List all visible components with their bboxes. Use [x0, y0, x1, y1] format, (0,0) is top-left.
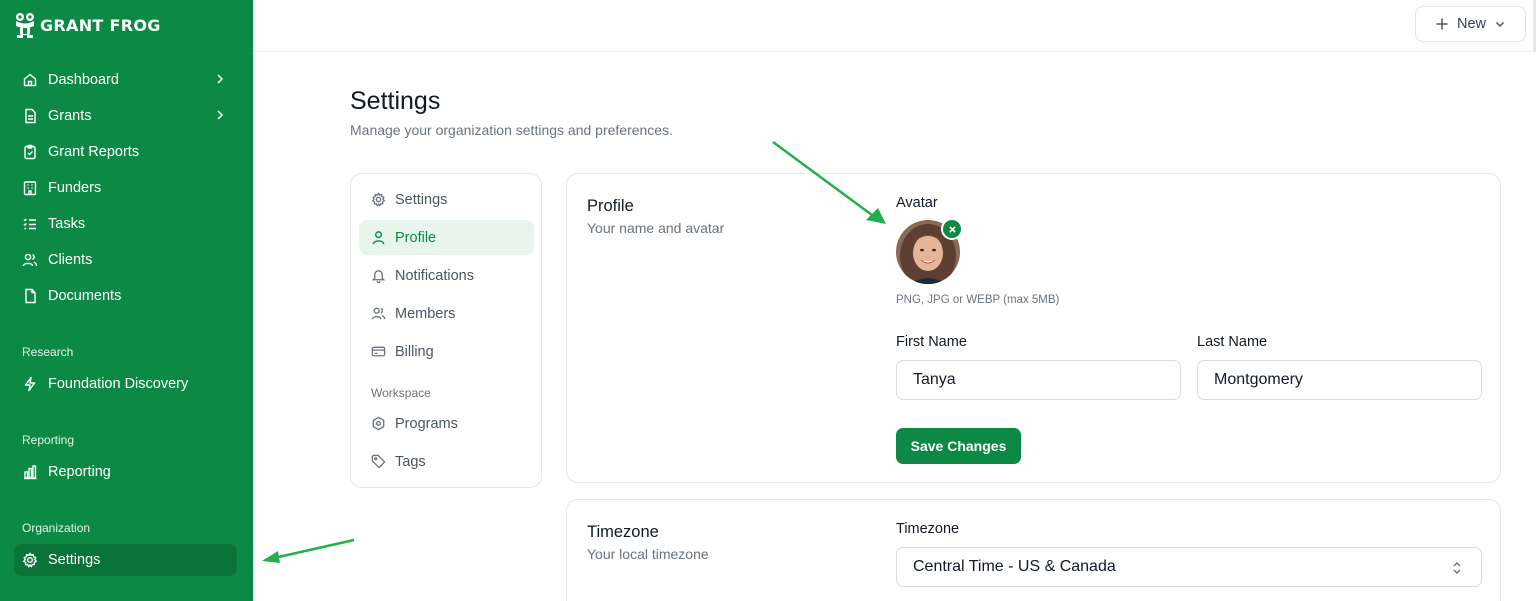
lightning-icon: [22, 376, 38, 392]
settings-nav-label: Tags: [395, 453, 426, 470]
sidebar-item-dashboard[interactable]: Dashboard: [14, 64, 237, 96]
sidebar-item-label: Settings: [48, 552, 101, 568]
section-organization-title: Organization: [22, 521, 91, 535]
settings-nav-label: Members: [395, 305, 456, 322]
annotation-arrow-settings: [262, 538, 355, 563]
sidebar-item-label: Reporting: [48, 464, 111, 480]
first-name-field[interactable]: [896, 360, 1181, 400]
list-checks-icon: [22, 216, 38, 232]
chevron-up-down-icon: [1453, 562, 1461, 574]
settings-nav-item-settings[interactable]: Settings: [359, 182, 534, 217]
settings-nav-label: Programs: [395, 415, 458, 432]
section-reporting-title: Reporting: [22, 433, 75, 447]
hexagon-icon: [371, 416, 386, 431]
settings-nav: Settings Profile Notifications Members B…: [350, 173, 542, 488]
home-icon: [22, 72, 38, 88]
sidebar-item-reporting[interactable]: Reporting: [14, 456, 237, 488]
sidebar-item-label: Funders: [48, 180, 102, 196]
document-icon: [22, 288, 38, 304]
settings-nav-item-profile[interactable]: Profile: [359, 220, 534, 255]
save-changes-button[interactable]: Save Changes: [896, 428, 1021, 464]
sidebar-item-documents[interactable]: Documents: [14, 280, 237, 312]
sidebar-item-clients[interactable]: Clients: [14, 244, 237, 276]
sidebar: GRANT FROG Dashboard Grants Grant Report…: [0, 0, 253, 601]
credit-card-icon: [371, 344, 386, 359]
profile-card-subtitle: Your name and avatar: [587, 220, 725, 236]
settings-nav-label: Notifications: [395, 267, 474, 284]
new-button-label: New: [1456, 16, 1486, 32]
sidebar-item-label: Foundation Discovery: [48, 376, 189, 392]
brand-name: GRANT FROG: [40, 15, 161, 35]
plus-icon: [1436, 18, 1448, 30]
user-icon: [371, 230, 386, 245]
topbar: [253, 0, 1536, 52]
sidebar-item-foundation-discovery[interactable]: Foundation Discovery: [14, 368, 237, 400]
section-research-title: Research: [22, 345, 74, 359]
profile-card-title: Profile: [587, 197, 634, 215]
brand-logo[interactable]: GRANT FROG: [14, 12, 161, 38]
sidebar-item-tasks[interactable]: Tasks: [14, 208, 237, 240]
timezone-card: Timezone Your local timezone Timezone Ce…: [566, 499, 1501, 601]
sidebar-item-label: Documents: [48, 288, 122, 304]
bar-chart-icon: [22, 464, 38, 480]
clipboard-icon: [22, 144, 38, 160]
sidebar-item-label: Clients: [48, 252, 93, 268]
sidebar-item-label: Tasks: [48, 216, 86, 232]
settings-nav-item-tags[interactable]: Tags: [359, 444, 534, 479]
sidebar-item-label: Dashboard: [48, 72, 119, 88]
settings-nav-item-members[interactable]: Members: [359, 296, 534, 331]
file-icon: [22, 108, 38, 124]
first-name-label: First Name: [896, 334, 967, 350]
last-name-label: Last Name: [1197, 334, 1268, 350]
close-icon: [948, 225, 956, 233]
page-title: Settings: [350, 87, 441, 115]
users-icon: [22, 252, 38, 268]
gear-icon: [22, 552, 38, 568]
sidebar-item-grant-reports[interactable]: Grant Reports: [14, 136, 237, 168]
building-icon: [22, 180, 38, 196]
sidebar-item-funders[interactable]: Funders: [14, 172, 237, 204]
profile-card: Profile Your name and avatar Avatar PNG,…: [566, 173, 1501, 483]
settings-nav-item-notifications[interactable]: Notifications: [359, 258, 534, 293]
settings-nav-item-programs[interactable]: Programs: [359, 406, 534, 441]
chevron-right-icon: [217, 110, 224, 120]
last-name-field[interactable]: [1197, 360, 1482, 400]
bell-icon: [371, 268, 386, 283]
chevron-right-icon: [217, 74, 224, 84]
remove-avatar-button[interactable]: [941, 218, 963, 240]
page-subtitle: Manage your organization settings and pr…: [350, 122, 673, 138]
chevron-down-icon: [1495, 21, 1505, 28]
settings-nav-label: Billing: [395, 343, 434, 360]
avatar-label: Avatar: [896, 195, 938, 211]
workspace-section-title: Workspace: [371, 386, 431, 400]
new-button[interactable]: New: [1415, 6, 1526, 42]
users-icon: [371, 306, 386, 321]
settings-nav-item-billing[interactable]: Billing: [359, 334, 534, 369]
timezone-card-subtitle: Your local timezone: [587, 546, 709, 562]
settings-nav-label: Profile: [395, 229, 437, 246]
tag-icon: [371, 454, 386, 469]
timezone-label: Timezone: [896, 521, 960, 537]
settings-nav-label: Settings: [395, 191, 448, 208]
sidebar-item-grants[interactable]: Grants: [14, 100, 237, 132]
timezone-select[interactable]: Central Time - US & Canada: [896, 547, 1482, 587]
avatar-hint: PNG, JPG or WEBP (max 5MB): [896, 294, 1060, 306]
timezone-card-title: Timezone: [587, 523, 659, 541]
timezone-selected-value: Central Time - US & Canada: [913, 558, 1116, 575]
sidebar-item-settings[interactable]: Settings: [14, 544, 237, 576]
gear-icon: [371, 192, 386, 207]
frog-logo-icon: [16, 13, 34, 38]
sidebar-item-label: Grants: [48, 108, 92, 124]
sidebar-item-label: Grant Reports: [48, 144, 140, 160]
